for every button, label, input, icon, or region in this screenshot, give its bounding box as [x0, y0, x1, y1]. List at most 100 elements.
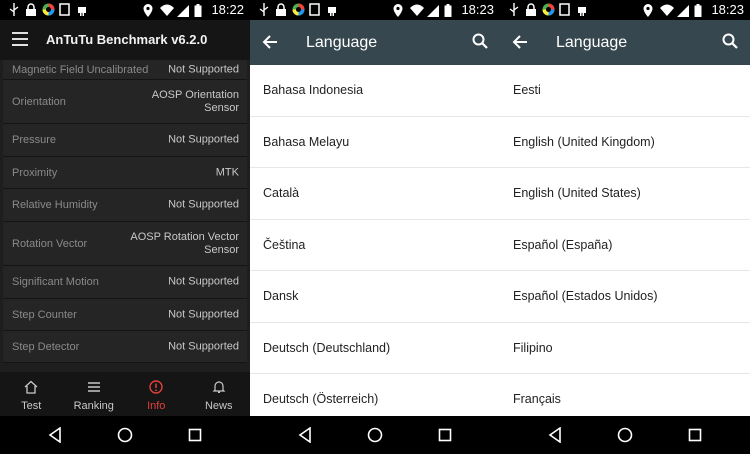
usb-icon: [258, 3, 270, 16]
back-arrow-icon[interactable]: [262, 34, 278, 55]
clock: 18:23: [711, 2, 744, 17]
sensor-row: Rotation Vector AOSP Rotation Vector Sens…: [3, 222, 247, 266]
app-bar: AnTuTu Benchmark v6.2.0: [0, 20, 250, 60]
back-arrow-icon[interactable]: [512, 34, 528, 55]
sensor-name: Orientation: [12, 95, 66, 108]
language-item[interactable]: Bahasa Indonesia: [250, 65, 500, 117]
status-bar: 18:23: [250, 0, 500, 20]
sensor-name: Relative Humidity: [12, 199, 98, 211]
signal-icon: [427, 4, 440, 17]
battery-icon: [194, 3, 206, 17]
color-wheel-icon: [542, 3, 555, 16]
file-icon: [309, 3, 321, 16]
language-screen-1: 18:23 Language Bahasa Indonesia Bahasa Me…: [250, 0, 500, 454]
language-item[interactable]: Español (España): [500, 220, 750, 271]
recents-square-icon[interactable]: [188, 427, 202, 448]
sensor-value: Not Supported: [168, 63, 239, 75]
android-icon: [576, 3, 588, 16]
android-icon: [76, 3, 88, 16]
menu-icon[interactable]: [12, 32, 28, 46]
toolbar: Language: [250, 20, 500, 65]
sensor-row: Relative Humidity Not Supported: [3, 189, 247, 222]
sensor-name: Step Counter: [12, 308, 77, 321]
search-icon[interactable]: [472, 33, 488, 54]
language-item[interactable]: Filipino: [500, 323, 750, 374]
language-item[interactable]: English (United Kingdom): [500, 117, 750, 168]
status-bar: 18:22: [0, 0, 250, 20]
sensor-value: AOSP Orientation Sensor: [151, 88, 239, 114]
language-item[interactable]: Español (Estados Unidos): [500, 271, 750, 323]
home-icon: [0, 379, 63, 395]
language-item[interactable]: Deutsch (Deutschland): [250, 323, 500, 374]
clock: 18:22: [211, 2, 244, 17]
antutu-screen: 18:22 AnTuTu Benchmark v6.2.0 Magnetic F…: [0, 0, 250, 454]
sensor-name: Proximity: [12, 166, 58, 179]
location-icon: [143, 3, 155, 17]
toolbar-title: Language: [556, 34, 628, 51]
sensor-value: Not Supported: [168, 133, 239, 146]
back-triangle-icon[interactable]: [548, 426, 562, 448]
file-icon: [59, 3, 71, 16]
bell-icon: [188, 379, 251, 395]
android-icon: [326, 3, 338, 16]
system-nav-bar: [0, 416, 250, 454]
sensor-name: Step Detector: [12, 340, 80, 353]
sensor-value: Not Supported: [168, 308, 239, 320]
nav-tab-label: Test: [21, 400, 42, 412]
clock: 18:23: [461, 2, 494, 17]
language-item[interactable]: English (United States): [500, 168, 750, 220]
color-wheel-icon: [42, 3, 55, 16]
wifi-icon: [410, 4, 425, 17]
sensor-name: Rotation Vector: [12, 237, 88, 250]
nav-tab-news[interactable]: News: [188, 372, 251, 416]
toolbar-title: Language: [306, 34, 378, 51]
recents-square-icon[interactable]: [438, 427, 452, 448]
lock-icon: [525, 3, 537, 16]
sensor-row: Orientation AOSP Orientation Sensor: [3, 80, 247, 124]
language-item[interactable]: Bahasa Melayu: [250, 117, 500, 168]
sensor-row: Pressure Not Supported: [3, 124, 247, 157]
language-item[interactable]: Dansk: [250, 271, 500, 323]
wifi-icon: [660, 4, 675, 17]
sensor-name: Pressure: [12, 134, 57, 146]
recents-square-icon[interactable]: [688, 427, 702, 448]
system-nav-bar: [250, 416, 500, 454]
battery-icon: [444, 3, 456, 17]
language-item[interactable]: Čeština: [250, 220, 500, 271]
location-icon: [393, 3, 405, 17]
sensor-name: Magnetic Field Uncalibrated: [12, 63, 149, 76]
usb-icon: [508, 3, 520, 16]
language-item[interactable]: Eesti: [500, 65, 750, 117]
sensor-row: Significant Motion Not Supported: [3, 266, 247, 299]
language-list: Bahasa Indonesia Bahasa Melayu Català Češti…: [250, 65, 500, 426]
home-circle-icon[interactable]: [117, 427, 133, 448]
home-circle-icon[interactable]: [617, 427, 633, 448]
lock-icon: [25, 3, 37, 16]
app-title: AnTuTu Benchmark v6.2.0: [46, 32, 208, 47]
sensor-value: AOSP Rotation Vector Sensor: [130, 230, 239, 256]
usb-icon: [8, 3, 20, 16]
nav-tab-info[interactable]: Info: [125, 372, 188, 416]
back-triangle-icon[interactable]: [48, 426, 62, 448]
home-circle-icon[interactable]: [367, 427, 383, 448]
language-list: Eesti English (United Kingdom) English (Un…: [500, 65, 750, 426]
language-item[interactable]: Català: [250, 168, 500, 220]
signal-icon: [677, 4, 690, 17]
nav-tab-test[interactable]: Test: [0, 372, 63, 416]
sensor-row: Step Counter Not Supported: [3, 299, 247, 331]
sensor-name: Significant Motion: [12, 276, 99, 288]
sensor-list: Magnetic Field Uncalibrated Not Supported…: [0, 60, 250, 363]
sensor-row: Proximity MTK: [3, 157, 247, 189]
file-icon: [559, 3, 571, 16]
search-icon[interactable]: [722, 33, 738, 54]
color-wheel-icon: [292, 3, 305, 16]
sensor-row: Step Detector Not Supported: [3, 331, 247, 363]
sensor-value: Not Supported: [168, 340, 239, 352]
nav-tab-label: News: [204, 400, 233, 412]
language-screen-2: 18:23 Language Eesti English (United King…: [500, 0, 750, 454]
nav-tab-ranking[interactable]: Ranking: [63, 372, 126, 416]
battery-icon: [694, 3, 706, 17]
bottom-navigation: Test Ranking Info News: [0, 372, 250, 416]
back-triangle-icon[interactable]: [298, 426, 312, 448]
lock-icon: [275, 3, 287, 16]
